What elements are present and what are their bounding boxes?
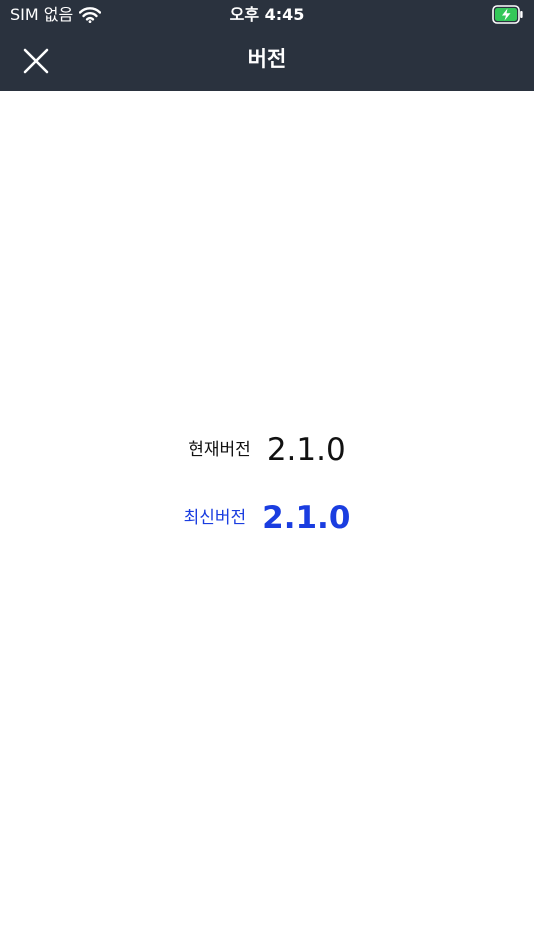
navigation-bar: 버전 <box>0 30 534 91</box>
top-bar: SIM 없음 오후 4:45 버전 <box>0 0 534 91</box>
current-version-row: 현재버전 2.1.0 <box>0 430 534 470</box>
latest-version-value: 2.1.0 <box>262 500 351 536</box>
version-info: 현재버전 2.1.0 최신버전 2.1.0 <box>0 430 534 538</box>
battery-charging-icon <box>492 5 524 24</box>
page-title: 버전 <box>247 47 287 71</box>
status-time: 오후 4:45 <box>229 5 305 24</box>
status-bar: SIM 없음 오후 4:45 <box>0 0 534 30</box>
current-version-value: 2.1.0 <box>266 432 346 468</box>
current-version-label: 현재버전 <box>188 440 251 460</box>
latest-version-row: 최신버전 2.1.0 <box>0 498 534 538</box>
latest-version-label: 최신버전 <box>183 508 247 528</box>
